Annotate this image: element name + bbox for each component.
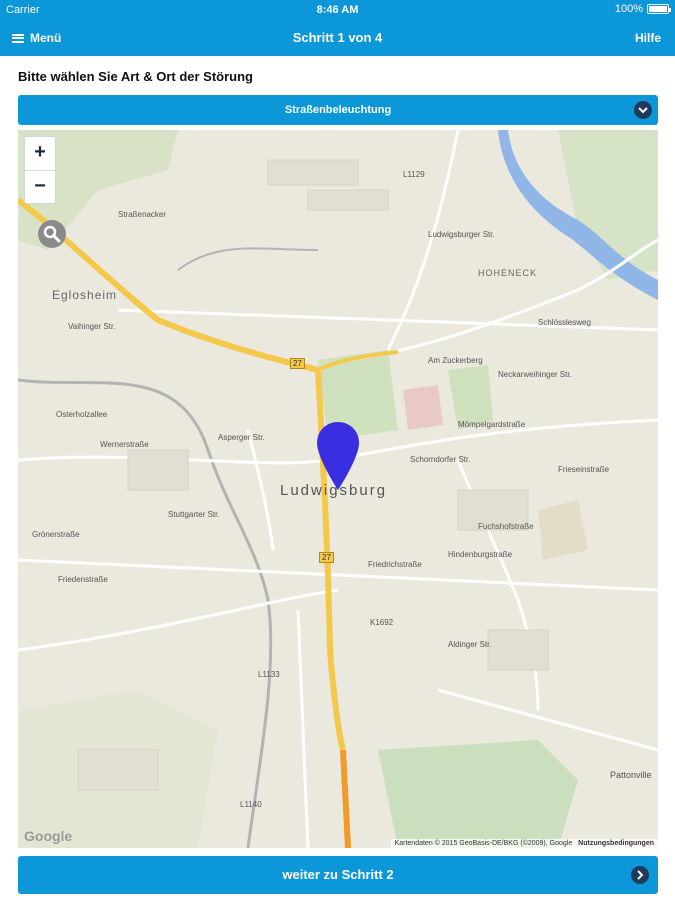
street-label: K1692 — [370, 618, 394, 627]
map-view[interactable]: Eglosheim HOHENECK Ludwigsburg Straßenac… — [18, 130, 658, 848]
battery-percent: 100% — [614, 3, 643, 15]
street-label: L1140 — [240, 800, 262, 809]
next-step-label: weiter zu Schritt 2 — [282, 867, 394, 882]
zoom-in-button[interactable]: + — [25, 137, 55, 170]
street-label: Friedenstraße — [58, 575, 108, 584]
google-logo: Google — [24, 828, 73, 844]
map-search-button[interactable] — [38, 220, 66, 248]
map-attribution: Kartendaten © 2015 GeoBasis-DE/BKG (©200… — [390, 839, 658, 848]
street-label: Neckarweihinger Str. — [498, 370, 572, 379]
terms-link[interactable]: Nutzungsbedingungen — [578, 840, 654, 847]
help-button[interactable]: Hilfe — [635, 31, 661, 45]
street-label: Straßenacker — [118, 210, 167, 219]
category-selected-value: Straßenbeleuchtung — [284, 104, 392, 116]
status-bar: Carrier 8:46 AM 100% — [0, 0, 675, 20]
street-label: Asperger Str. — [218, 433, 265, 442]
attribution-text: Kartendaten © 2015 GeoBasis-DE/BKG (©200… — [394, 840, 573, 847]
page-title: Schritt 1 von 4 — [292, 30, 383, 45]
clock: 8:46 AM — [316, 4, 359, 16]
street-label: Osterholzallee — [56, 410, 108, 419]
district-label-hoheneck: HOHENECK — [478, 268, 538, 278]
street-label: Hindenburgstraße — [448, 550, 513, 559]
street-label: Mömpelgardstraße — [458, 420, 526, 429]
district-label-eglosheim: Eglosheim — [52, 288, 118, 302]
street-label: Fuchshofstraße — [478, 522, 534, 531]
road-badge: 27 — [319, 552, 334, 563]
street-label: Wernerstraße — [100, 440, 149, 449]
search-icon — [43, 225, 61, 243]
street-label: Pattonville — [610, 770, 652, 780]
road-badge: 27 — [290, 358, 305, 369]
street-label: Stuttgarter Str. — [168, 510, 220, 519]
street-label: Am Zuckerberg — [428, 356, 483, 365]
street-label: Frieseinstraße — [558, 465, 610, 474]
chevron-down-icon — [634, 101, 652, 119]
street-label: Friedrichstraße — [368, 560, 422, 569]
street-label: Ludwigsburger Str. — [428, 230, 495, 239]
category-select[interactable]: Straßenbeleuchtung — [18, 95, 658, 125]
next-step-button[interactable]: weiter zu Schritt 2 — [18, 856, 658, 894]
street-label: L1129 — [403, 170, 425, 179]
battery-indicator: 100% — [614, 3, 671, 15]
location-pin-icon[interactable] — [315, 420, 361, 492]
zoom-control: + − — [24, 136, 56, 204]
instruction-heading: Bitte wählen Sie Art & Ort der Störung — [18, 69, 253, 84]
street-label: L1133 — [258, 670, 280, 679]
zoom-out-button[interactable]: − — [25, 171, 55, 204]
nav-bar: Menü Schritt 1 von 4 Hilfe — [0, 20, 675, 56]
street-label: Vaihinger Str. — [68, 322, 116, 331]
street-label: Schorndorfer Str. — [410, 455, 471, 464]
chevron-right-icon — [631, 866, 649, 884]
street-label: Grönerstraße — [32, 530, 80, 539]
street-label: Aldinger Str. — [448, 640, 492, 649]
street-label: Schlösslesweg — [538, 318, 591, 327]
battery-icon — [647, 4, 671, 14]
